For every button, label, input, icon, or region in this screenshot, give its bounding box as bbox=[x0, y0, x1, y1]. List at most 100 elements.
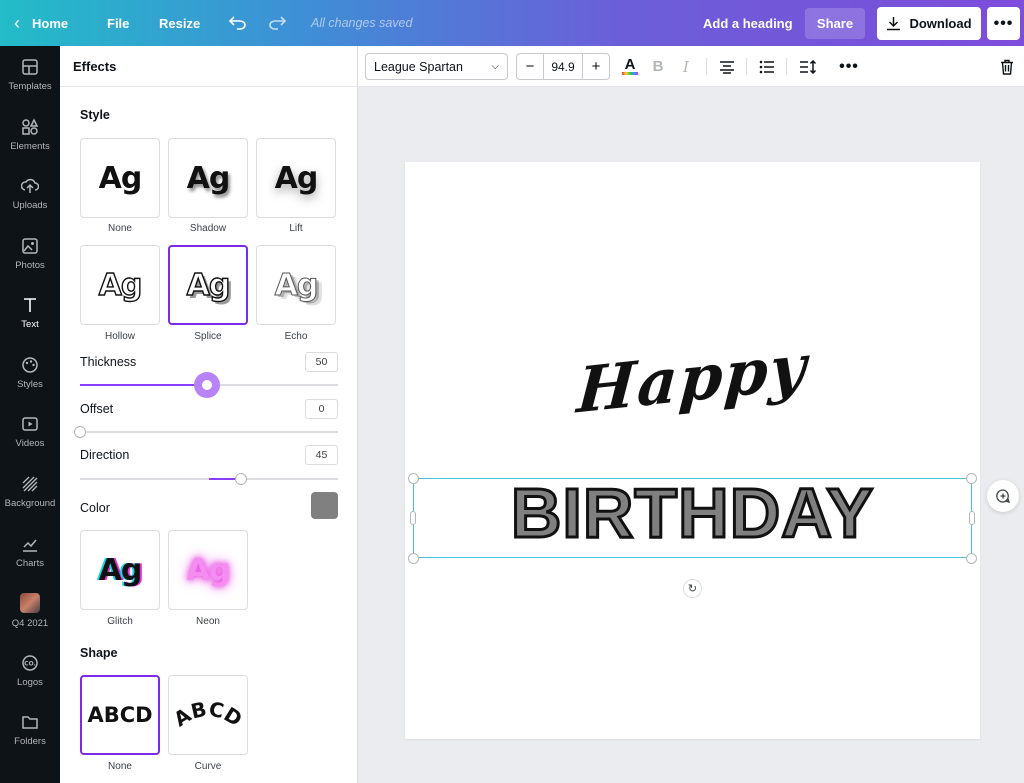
nav-charts[interactable]: Charts bbox=[0, 523, 60, 581]
direction-input[interactable]: 45 bbox=[305, 445, 338, 465]
bold-icon[interactable]: B bbox=[647, 46, 669, 87]
logos-icon: CO. bbox=[22, 655, 38, 671]
font-size-control: − 94.9 + bbox=[516, 53, 610, 80]
resize-handle-br[interactable] bbox=[966, 553, 977, 564]
style-label: Neon bbox=[196, 616, 220, 627]
shape-label: Curve bbox=[194, 761, 222, 772]
nav-label: Photos bbox=[15, 260, 45, 271]
happy-text[interactable]: Happy bbox=[404, 311, 981, 445]
side-nav: Templates Elements Uploads Photos Text S… bbox=[0, 46, 60, 783]
home-button[interactable]: ‹ Home bbox=[14, 0, 68, 46]
thickness-slider[interactable] bbox=[80, 372, 338, 398]
svg-text:ABCD: ABCD bbox=[172, 697, 244, 732]
font-size-input[interactable]: 94.9 bbox=[543, 54, 583, 79]
direction-handle[interactable] bbox=[235, 473, 247, 485]
more-options-button[interactable]: ••• bbox=[987, 7, 1020, 40]
resize-menu[interactable]: Resize bbox=[159, 0, 200, 46]
nav-folders[interactable]: Folders bbox=[0, 701, 60, 759]
shape-curve-tile[interactable]: ABCD bbox=[168, 675, 248, 755]
italic-icon[interactable]: I bbox=[675, 46, 697, 87]
nav-photos[interactable]: Photos bbox=[0, 225, 60, 283]
style-shadow-tile[interactable]: Ag bbox=[168, 138, 248, 218]
shape-preview: ABCD bbox=[172, 697, 244, 732]
background-icon bbox=[22, 476, 38, 492]
style-preview: Ag bbox=[274, 160, 319, 196]
selection-box bbox=[413, 478, 972, 558]
style-preview: Ag bbox=[186, 267, 231, 303]
nav-label: Elements bbox=[10, 141, 50, 152]
list-icon[interactable] bbox=[756, 46, 778, 87]
offset-slider[interactable] bbox=[74, 426, 338, 438]
download-label: Download bbox=[909, 16, 972, 31]
nav-q4-2021[interactable]: Q4 2021 bbox=[0, 582, 60, 640]
design-title[interactable]: Add a heading bbox=[703, 0, 793, 46]
style-glitch-tile[interactable]: Ag bbox=[80, 530, 160, 610]
nav-label: Logos bbox=[17, 677, 43, 688]
redo-icon[interactable] bbox=[268, 0, 286, 46]
style-echo-tile[interactable]: Ag bbox=[256, 245, 336, 325]
share-button[interactable]: Share bbox=[805, 8, 865, 39]
videos-icon bbox=[22, 417, 38, 431]
undo-icon[interactable] bbox=[229, 0, 247, 46]
nav-logos[interactable]: CO. Logos bbox=[0, 642, 60, 700]
home-label: Home bbox=[32, 15, 69, 31]
resize-handle-right[interactable] bbox=[969, 511, 975, 525]
resize-handle-left[interactable] bbox=[410, 511, 416, 525]
style-label: Splice bbox=[194, 331, 222, 342]
curve-preview: ABCD bbox=[172, 697, 244, 732]
style-hollow-tile[interactable]: Ag bbox=[80, 245, 160, 325]
font-family-dropdown[interactable]: League Spartan ⌵ bbox=[365, 53, 508, 80]
shape-none-tile[interactable]: ABCD bbox=[80, 675, 160, 755]
style-label: None bbox=[108, 223, 132, 234]
direction-slider[interactable] bbox=[80, 473, 338, 485]
offset-input[interactable]: 0 bbox=[305, 399, 338, 419]
more-icon[interactable]: ••• bbox=[838, 46, 860, 87]
trash-icon[interactable] bbox=[996, 46, 1018, 87]
offset-handle[interactable] bbox=[74, 426, 86, 438]
download-icon bbox=[887, 17, 901, 31]
style-section-title: Style bbox=[80, 108, 110, 122]
download-button[interactable]: Download bbox=[877, 7, 981, 40]
nav-text[interactable]: Text bbox=[0, 284, 60, 342]
thickness-handle[interactable] bbox=[194, 372, 220, 398]
shape-preview: ABCD bbox=[87, 703, 153, 727]
nav-label: Templates bbox=[8, 81, 52, 92]
style-preview: Ag bbox=[98, 160, 143, 196]
photos-icon bbox=[22, 238, 38, 254]
nav-styles[interactable]: Styles bbox=[0, 344, 60, 402]
folders-icon bbox=[22, 716, 38, 729]
thickness-input[interactable]: 50 bbox=[305, 352, 338, 372]
rotate-icon[interactable]: ↻ bbox=[683, 579, 702, 598]
text-color-icon[interactable]: A bbox=[619, 46, 641, 87]
style-none-tile[interactable]: Ag bbox=[80, 138, 160, 218]
nav-elements[interactable]: Elements bbox=[0, 106, 60, 164]
style-neon-tile[interactable]: Ag bbox=[168, 530, 248, 610]
templates-icon bbox=[22, 59, 38, 75]
folder-thumbnail bbox=[20, 593, 40, 613]
nav-videos[interactable]: Videos bbox=[0, 403, 60, 461]
text-color-glyph: A bbox=[624, 56, 636, 73]
font-size-decrease[interactable]: − bbox=[517, 54, 543, 79]
font-size-increase[interactable]: + bbox=[583, 54, 609, 79]
text-toolbar: League Spartan ⌵ − 94.9 + A B I ••• bbox=[358, 46, 1024, 87]
align-center-icon[interactable] bbox=[716, 46, 738, 87]
color-swatch[interactable] bbox=[311, 492, 338, 519]
spacing-icon[interactable] bbox=[797, 46, 819, 87]
nav-background[interactable]: Background bbox=[0, 463, 60, 521]
resize-handle-tr[interactable] bbox=[966, 473, 977, 484]
styles-icon bbox=[22, 357, 38, 373]
style-label: Echo bbox=[284, 331, 308, 342]
nav-uploads[interactable]: Uploads bbox=[0, 165, 60, 223]
resize-handle-bl[interactable] bbox=[408, 553, 419, 564]
design-page[interactable]: Happy BIRTHDAY ↻ bbox=[405, 162, 980, 739]
style-preview: Ag bbox=[186, 552, 231, 588]
style-lift-tile[interactable]: Ag bbox=[256, 138, 336, 218]
nav-label: Charts bbox=[16, 558, 44, 569]
toolbar-divider bbox=[746, 58, 747, 75]
nav-templates[interactable]: Templates bbox=[0, 46, 60, 104]
resize-handle-tl[interactable] bbox=[408, 473, 419, 484]
nav-label: Q4 2021 bbox=[11, 618, 49, 629]
file-menu[interactable]: File bbox=[107, 0, 129, 46]
add-comment-icon[interactable] bbox=[987, 480, 1019, 512]
style-splice-tile[interactable]: Ag bbox=[168, 245, 248, 325]
